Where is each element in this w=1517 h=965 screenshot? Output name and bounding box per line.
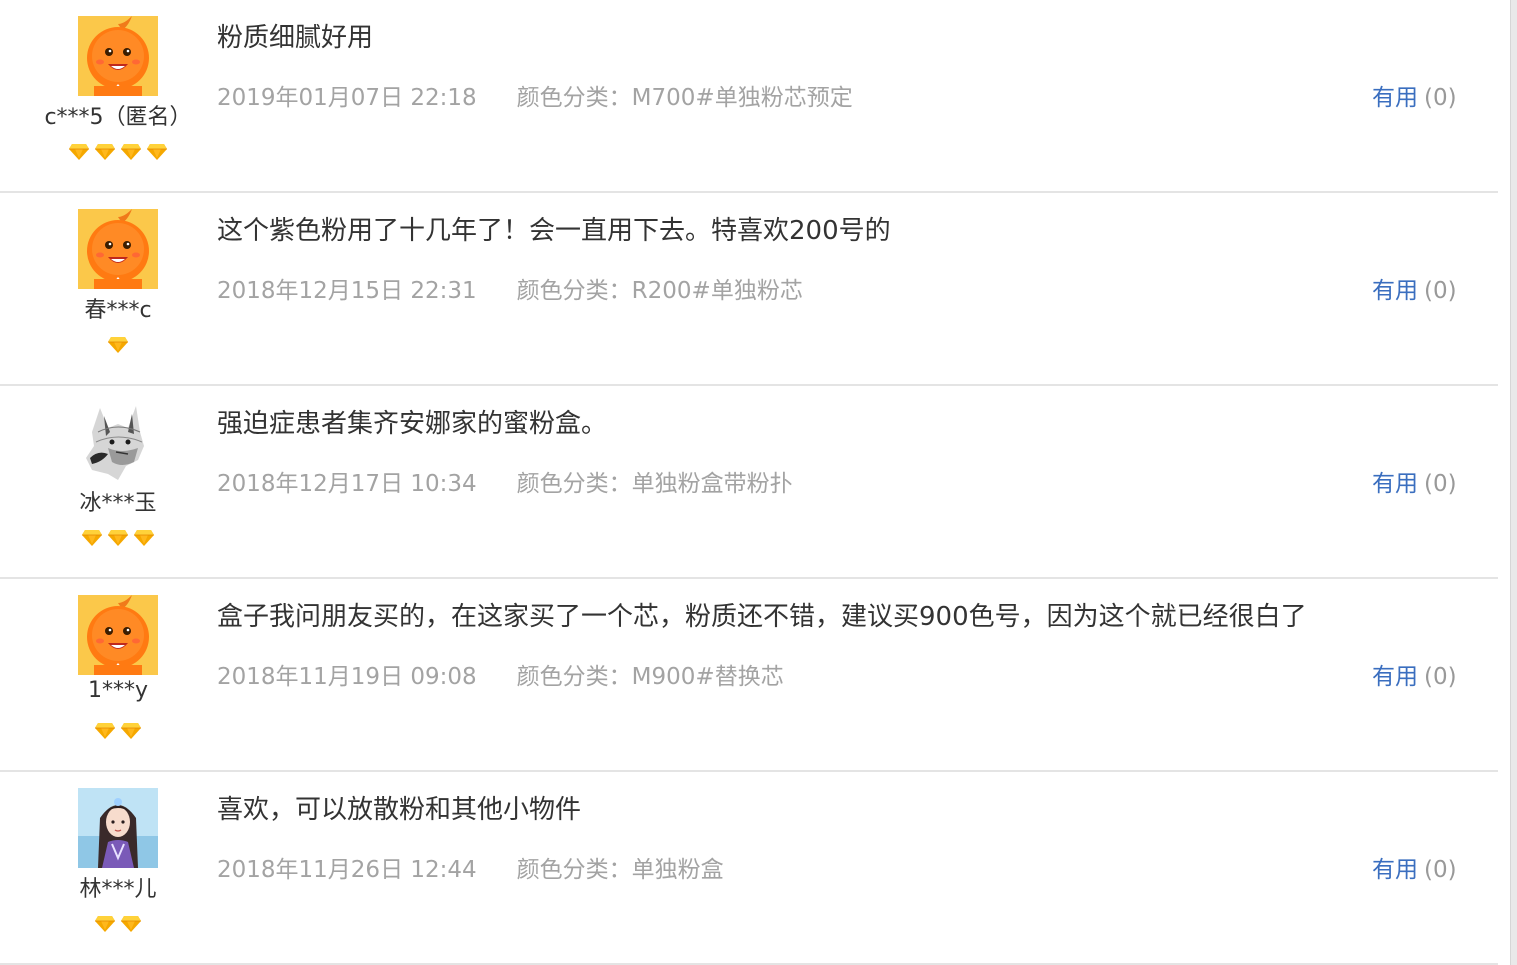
review-item: 冰***玉 强迫症患者集齐安娜家的蜜粉盒。 2018年12月17日 10:34 颜色分… xyxy=(0,386,1498,579)
review-text: 粉质细腻好用 xyxy=(217,23,374,53)
review-date: 2018年12月17日 10:34 xyxy=(217,471,477,497)
user-avatar[interactable] xyxy=(78,209,158,289)
user-avatar[interactable] xyxy=(78,595,158,675)
dog-sketch-avatar xyxy=(78,402,158,482)
orange-mascot-avatar xyxy=(78,209,158,289)
user-avatar[interactable] xyxy=(78,788,158,868)
review-date: 2018年12月15日 22:31 xyxy=(217,278,477,304)
useful-button[interactable]: 有用 (0) xyxy=(1372,657,1457,691)
diamond-icon xyxy=(120,143,142,161)
sku-info: 颜色分类：M900#替换芯 xyxy=(516,664,784,690)
useful-label: 有用 xyxy=(1372,471,1418,497)
user-avatar[interactable] xyxy=(78,16,158,96)
orange-mascot-avatar xyxy=(78,16,158,96)
sku-info: 颜色分类：单独粉盒带粉扑 xyxy=(516,471,793,497)
useful-button[interactable]: 有用 (0) xyxy=(1372,464,1457,498)
review-text: 强迫症患者集齐安娜家的蜜粉盒。 xyxy=(217,409,608,439)
sku-info: 颜色分类：单独粉盒 xyxy=(516,857,724,883)
sku-info: 颜色分类：M700#单独粉芯预定 xyxy=(516,85,853,111)
username: 林***儿 xyxy=(79,877,157,902)
useful-label: 有用 xyxy=(1372,278,1418,304)
review-item: 1***y 盒子我问朋友买的，在这家买了一个芯，粉质还不错，建议买900色号，因为… xyxy=(0,579,1498,772)
sku-info: 颜色分类：R200#单独粉芯 xyxy=(516,278,803,304)
user-level-gems xyxy=(0,529,236,549)
diamond-icon xyxy=(107,336,129,354)
useful-label: 有用 xyxy=(1372,664,1418,690)
username: 冰***玉 xyxy=(79,491,157,516)
scrollbar-track[interactable] xyxy=(1510,0,1517,965)
user-avatar[interactable] xyxy=(78,402,158,482)
diamond-icon xyxy=(94,722,116,740)
diamond-icon xyxy=(94,915,116,933)
review-date: 2018年11月26日 12:44 xyxy=(217,857,477,883)
user-level-gems xyxy=(0,915,236,935)
orange-mascot-avatar xyxy=(78,595,158,675)
review-text: 喜欢，可以放散粉和其他小物件 xyxy=(217,795,582,825)
review-item: c***5（匿名） 粉质细腻好用 2019年01月07日 22:18 颜色分类：M70… xyxy=(0,0,1498,193)
useful-button[interactable]: 有用 (0) xyxy=(1372,271,1457,305)
useful-count: (0) xyxy=(1424,278,1457,304)
useful-button[interactable]: 有用 (0) xyxy=(1372,78,1457,112)
review-text: 盒子我问朋友买的，在这家买了一个芯，粉质还不错，建议买900色号，因为这个就已经… xyxy=(217,602,1307,632)
useful-count: (0) xyxy=(1424,85,1457,111)
review-list: c***5（匿名） 粉质细腻好用 2019年01月07日 22:18 颜色分类：M70… xyxy=(0,0,1498,965)
review-date: 2019年01月07日 22:18 xyxy=(217,85,477,111)
review-item: 林***儿 喜欢，可以放散粉和其他小物件 2018年11月26日 12:44 颜色分类… xyxy=(0,772,1498,965)
review-date: 2018年11月19日 09:08 xyxy=(217,664,477,690)
diamond-icon xyxy=(68,143,90,161)
diamond-icon xyxy=(133,529,155,547)
useful-button[interactable]: 有用 (0) xyxy=(1372,850,1457,884)
diamond-icon xyxy=(107,529,129,547)
review-text: 这个紫色粉用了十几年了！会一直用下去。特喜欢200号的 xyxy=(217,216,891,246)
diamond-icon xyxy=(94,143,116,161)
useful-count: (0) xyxy=(1424,471,1457,497)
review-meta: 2019年01月07日 22:18 颜色分类：M700#单独粉芯预定 xyxy=(217,78,853,112)
useful-count: (0) xyxy=(1424,664,1457,690)
review-meta: 2018年11月19日 09:08 颜色分类：M900#替换芯 xyxy=(217,657,784,691)
review-meta: 2018年12月15日 22:31 颜色分类：R200#单独粉芯 xyxy=(217,271,803,305)
useful-label: 有用 xyxy=(1372,857,1418,883)
diamond-icon xyxy=(146,143,168,161)
diamond-icon xyxy=(120,915,142,933)
girl-portrait-avatar xyxy=(78,788,158,868)
username: 1***y xyxy=(87,678,149,703)
useful-count: (0) xyxy=(1424,857,1457,883)
username: 春***c xyxy=(84,298,152,323)
review-meta: 2018年11月26日 12:44 颜色分类：单独粉盒 xyxy=(217,850,724,884)
user-level-gems xyxy=(0,336,236,356)
user-level-gems xyxy=(0,143,236,163)
diamond-icon xyxy=(81,529,103,547)
username: c***5（匿名） xyxy=(44,105,192,130)
review-item: 春***c 这个紫色粉用了十几年了！会一直用下去。特喜欢200号的 2018年12月… xyxy=(0,193,1498,386)
useful-label: 有用 xyxy=(1372,85,1418,111)
review-meta: 2018年12月17日 10:34 颜色分类：单独粉盒带粉扑 xyxy=(217,464,793,498)
user-level-gems xyxy=(0,722,236,742)
diamond-icon xyxy=(120,722,142,740)
